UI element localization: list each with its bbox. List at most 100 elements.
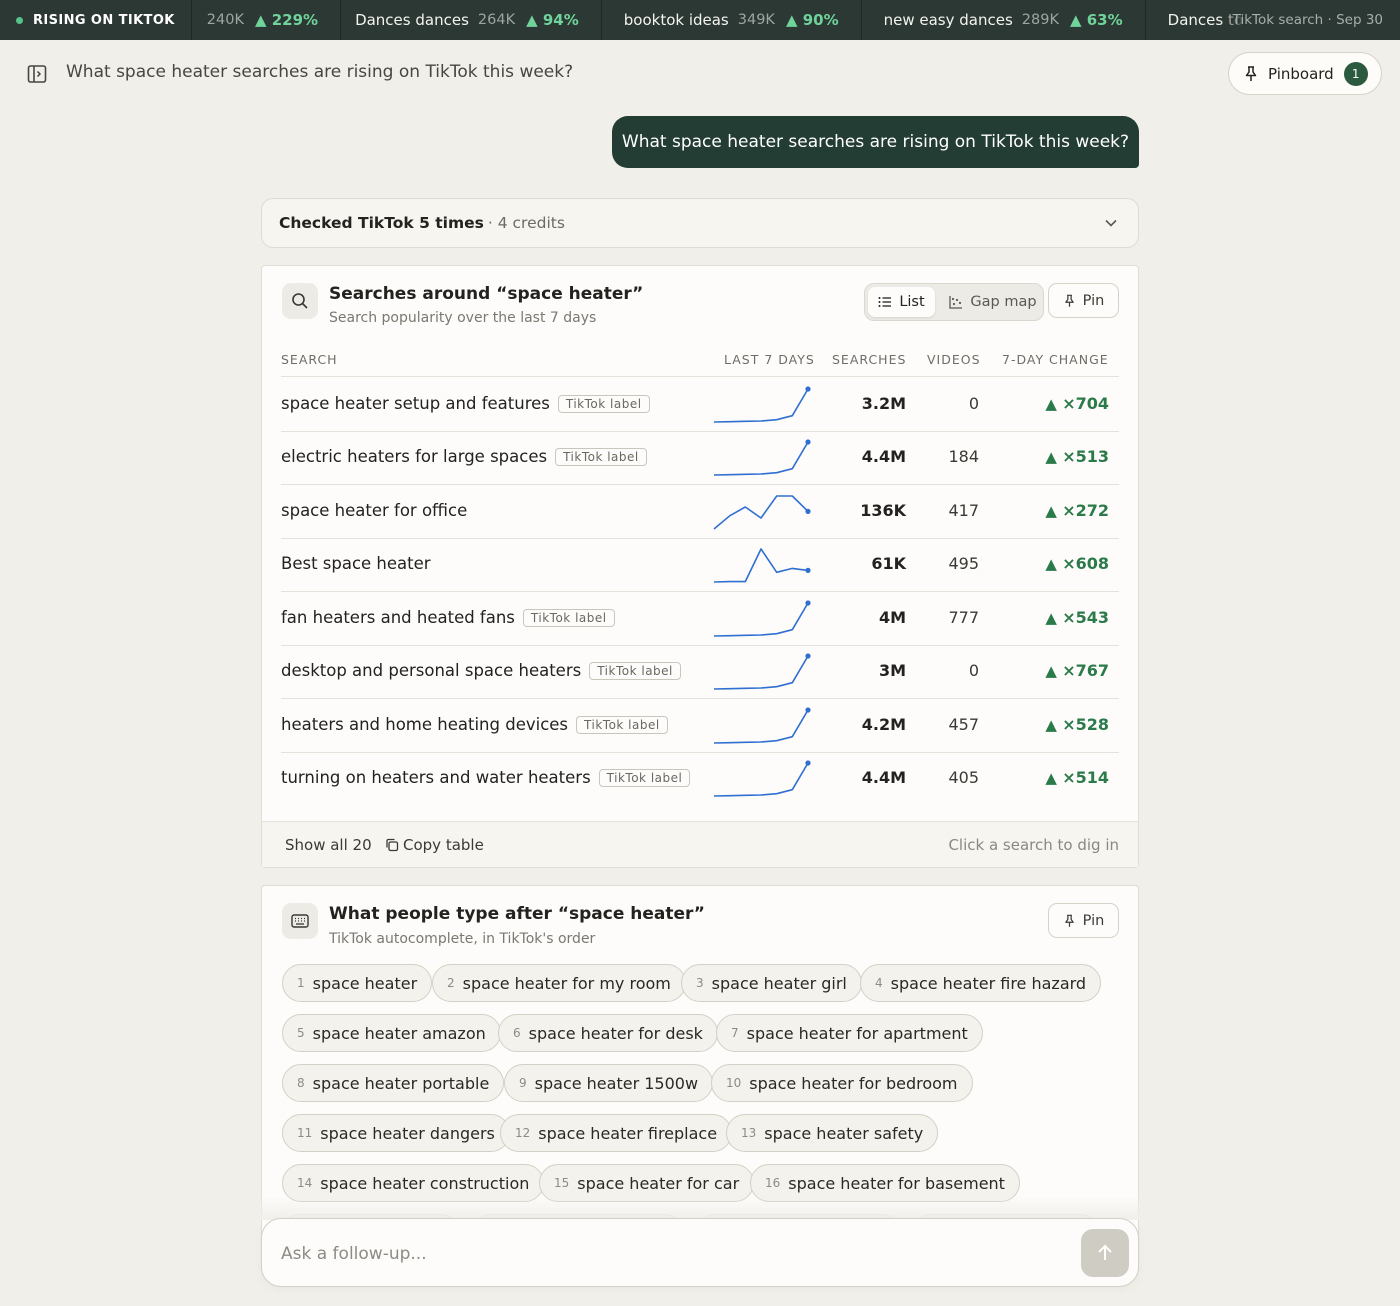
user-message: What space heater searches are rising on… (612, 116, 1139, 168)
suggestion-chip[interactable]: 12 space heater fireplace (500, 1114, 733, 1152)
search-term: fan heaters and heated fans TikTok label (281, 608, 615, 627)
ticker-change: 90% (786, 11, 839, 29)
search-volume: 4.4M (861, 768, 906, 787)
suggestion-text: space heater amazon (312, 1023, 486, 1043)
sparkline-chart (713, 548, 811, 583)
suggestion-rank: 10 (726, 1076, 742, 1090)
tiktok-label-badge: TikTok label (557, 394, 650, 413)
suggestion-text: space heater safety (764, 1123, 924, 1143)
suggestion-rank: 4 (875, 976, 883, 990)
sparkline-line (713, 709, 809, 744)
search-row[interactable]: electric heaters for large spaces TikTok … (281, 431, 1119, 484)
search-row[interactable]: desktop and personal space heaters TikTok… (281, 645, 1119, 698)
suggestion-text: space heater dangers (320, 1123, 495, 1143)
sparkline-line (713, 388, 809, 423)
suggestion-text: space heater for car (577, 1173, 740, 1193)
sparkline-chart (713, 760, 811, 797)
search-row[interactable]: space heater setup and features TikTok la… (281, 378, 1119, 431)
pin-icon (1245, 65, 1257, 81)
gap-map-view-button[interactable]: Gap map (943, 287, 1043, 317)
suggestion-text: space heater fireplace (538, 1123, 718, 1143)
show-all-button[interactable]: Show all 20 (285, 836, 372, 854)
suggestion-chip[interactable]: 1 space heater (282, 964, 433, 1002)
video-count: 457 (948, 715, 979, 734)
seven-day-change: ×543 (1011, 608, 1109, 627)
ticker-item[interactable]: new easy dances 289K 63% (862, 0, 1146, 40)
keyboard-icon (291, 914, 309, 928)
search-row[interactable]: turning on heaters and water heaters TikT… (281, 752, 1119, 805)
sidebar-toggle-button[interactable] (26, 63, 48, 85)
suggestion-chip[interactable]: 7 space heater for apartment (716, 1014, 983, 1052)
list-view-button[interactable]: List (868, 287, 935, 317)
send-button[interactable] (1081, 1229, 1129, 1277)
live-dot-icon (16, 16, 23, 24)
sparkline-line (713, 655, 809, 690)
copy-icon (386, 838, 399, 852)
suggestion-text: space heater 1500w (534, 1073, 699, 1093)
footer-hint: Click a search to dig in (948, 836, 1119, 854)
card-subtitle: Search popularity over the last 7 days (329, 310, 597, 326)
suggestion-rank: 5 (297, 1026, 305, 1040)
search-volume: 4M (878, 608, 906, 627)
copy-table-button[interactable]: Copy table (385, 836, 484, 854)
search-row[interactable]: heaters and home heating devices TikTok l… (281, 699, 1119, 752)
sparkline-line (713, 495, 809, 530)
suggestion-chip[interactable]: 2 space heater for my room (432, 964, 686, 1002)
ticker-item[interactable]: Dances dances 264K 94% (341, 0, 602, 40)
search-volume: 4.4M (861, 447, 906, 466)
suggestion-chip[interactable]: 4 space heater fire hazard (860, 964, 1102, 1002)
follow-up-composer (261, 1218, 1139, 1287)
suggestion-text: space heater for basement (788, 1173, 1005, 1193)
sparkline-chart (713, 707, 811, 744)
suggestion-text: space heater portable (312, 1073, 490, 1093)
ticker-item[interactable]: 240K 229% (192, 0, 342, 40)
suggestion-chip[interactable]: 8 space heater portable (282, 1064, 505, 1102)
video-count: 495 (948, 554, 979, 573)
suggestion-chip[interactable]: 11 space heater dangers (282, 1114, 510, 1152)
seven-day-change: ×608 (1011, 554, 1109, 573)
sparkline-endpoint (805, 439, 811, 445)
pinboard-button[interactable]: Pinboard 1 (1228, 52, 1382, 95)
pin-icon (1064, 294, 1074, 307)
search-term: Best space heater (281, 554, 431, 573)
sparkline-endpoint (805, 386, 811, 392)
sidebar-panel-icon (27, 65, 47, 83)
card-footer: Show all 20 Copy table Click a search to… (262, 821, 1138, 867)
pin-icon (1064, 914, 1074, 927)
video-count: 184 (948, 447, 979, 466)
suggestion-chip[interactable]: 3 space heater girl (681, 964, 862, 1002)
suggestion-chip[interactable]: 10 space heater for bedroom (711, 1064, 973, 1102)
tool-calls-summary[interactable]: Checked TikTok 5 times · 4 credits (261, 198, 1139, 248)
suggestion-chip[interactable]: 13 space heater safety (726, 1114, 939, 1152)
search-volume: 4.2M (861, 715, 906, 734)
seven-day-change: ×514 (1011, 768, 1109, 787)
card-title: What people type after “space heater” (329, 904, 705, 924)
sparkline-line (713, 602, 809, 637)
chevron-down-icon (1105, 219, 1117, 227)
scroll-fade (261, 1196, 1139, 1220)
ticker-item[interactable]: booktok ideas 349K 90% (602, 0, 862, 40)
suggestion-rank: 3 (696, 976, 704, 990)
search-row[interactable]: space heater for office 136K 417 ×272 (281, 485, 1119, 538)
seven-day-change: ×528 (1011, 715, 1109, 734)
arrow-up-icon (1098, 1244, 1112, 1260)
suggestion-rank: 8 (297, 1076, 305, 1090)
card-title: Searches around “space heater” (329, 284, 644, 304)
column-header-videos: VIDEOS (927, 352, 981, 367)
pin-button[interactable]: Pin (1048, 283, 1119, 318)
tiktok-label-badge: TikTok label (598, 768, 691, 787)
follow-up-input[interactable] (281, 1241, 1061, 1267)
pin-button[interactable]: Pin (1048, 903, 1119, 938)
search-volume: 136K (860, 501, 906, 520)
suggestion-text: space heater construction (320, 1173, 530, 1193)
tiktok-label-badge: TikTok label (522, 608, 615, 627)
search-row[interactable]: Best space heater 61K 495 ×608 (281, 538, 1119, 591)
search-row[interactable]: fan heaters and heated fans TikTok label 4… (281, 592, 1119, 645)
search-icon (292, 293, 308, 309)
column-header-7-day-change: 7-DAY CHANGE (1002, 352, 1109, 367)
sparkline-chart (713, 495, 811, 530)
suggestion-chip[interactable]: 9 space heater 1500w (504, 1064, 714, 1102)
suggestion-chip[interactable]: 6 space heater for desk (498, 1014, 718, 1052)
search-term: desktop and personal space heaters TikTok… (281, 661, 681, 680)
suggestion-chip[interactable]: 5 space heater amazon (282, 1014, 501, 1052)
